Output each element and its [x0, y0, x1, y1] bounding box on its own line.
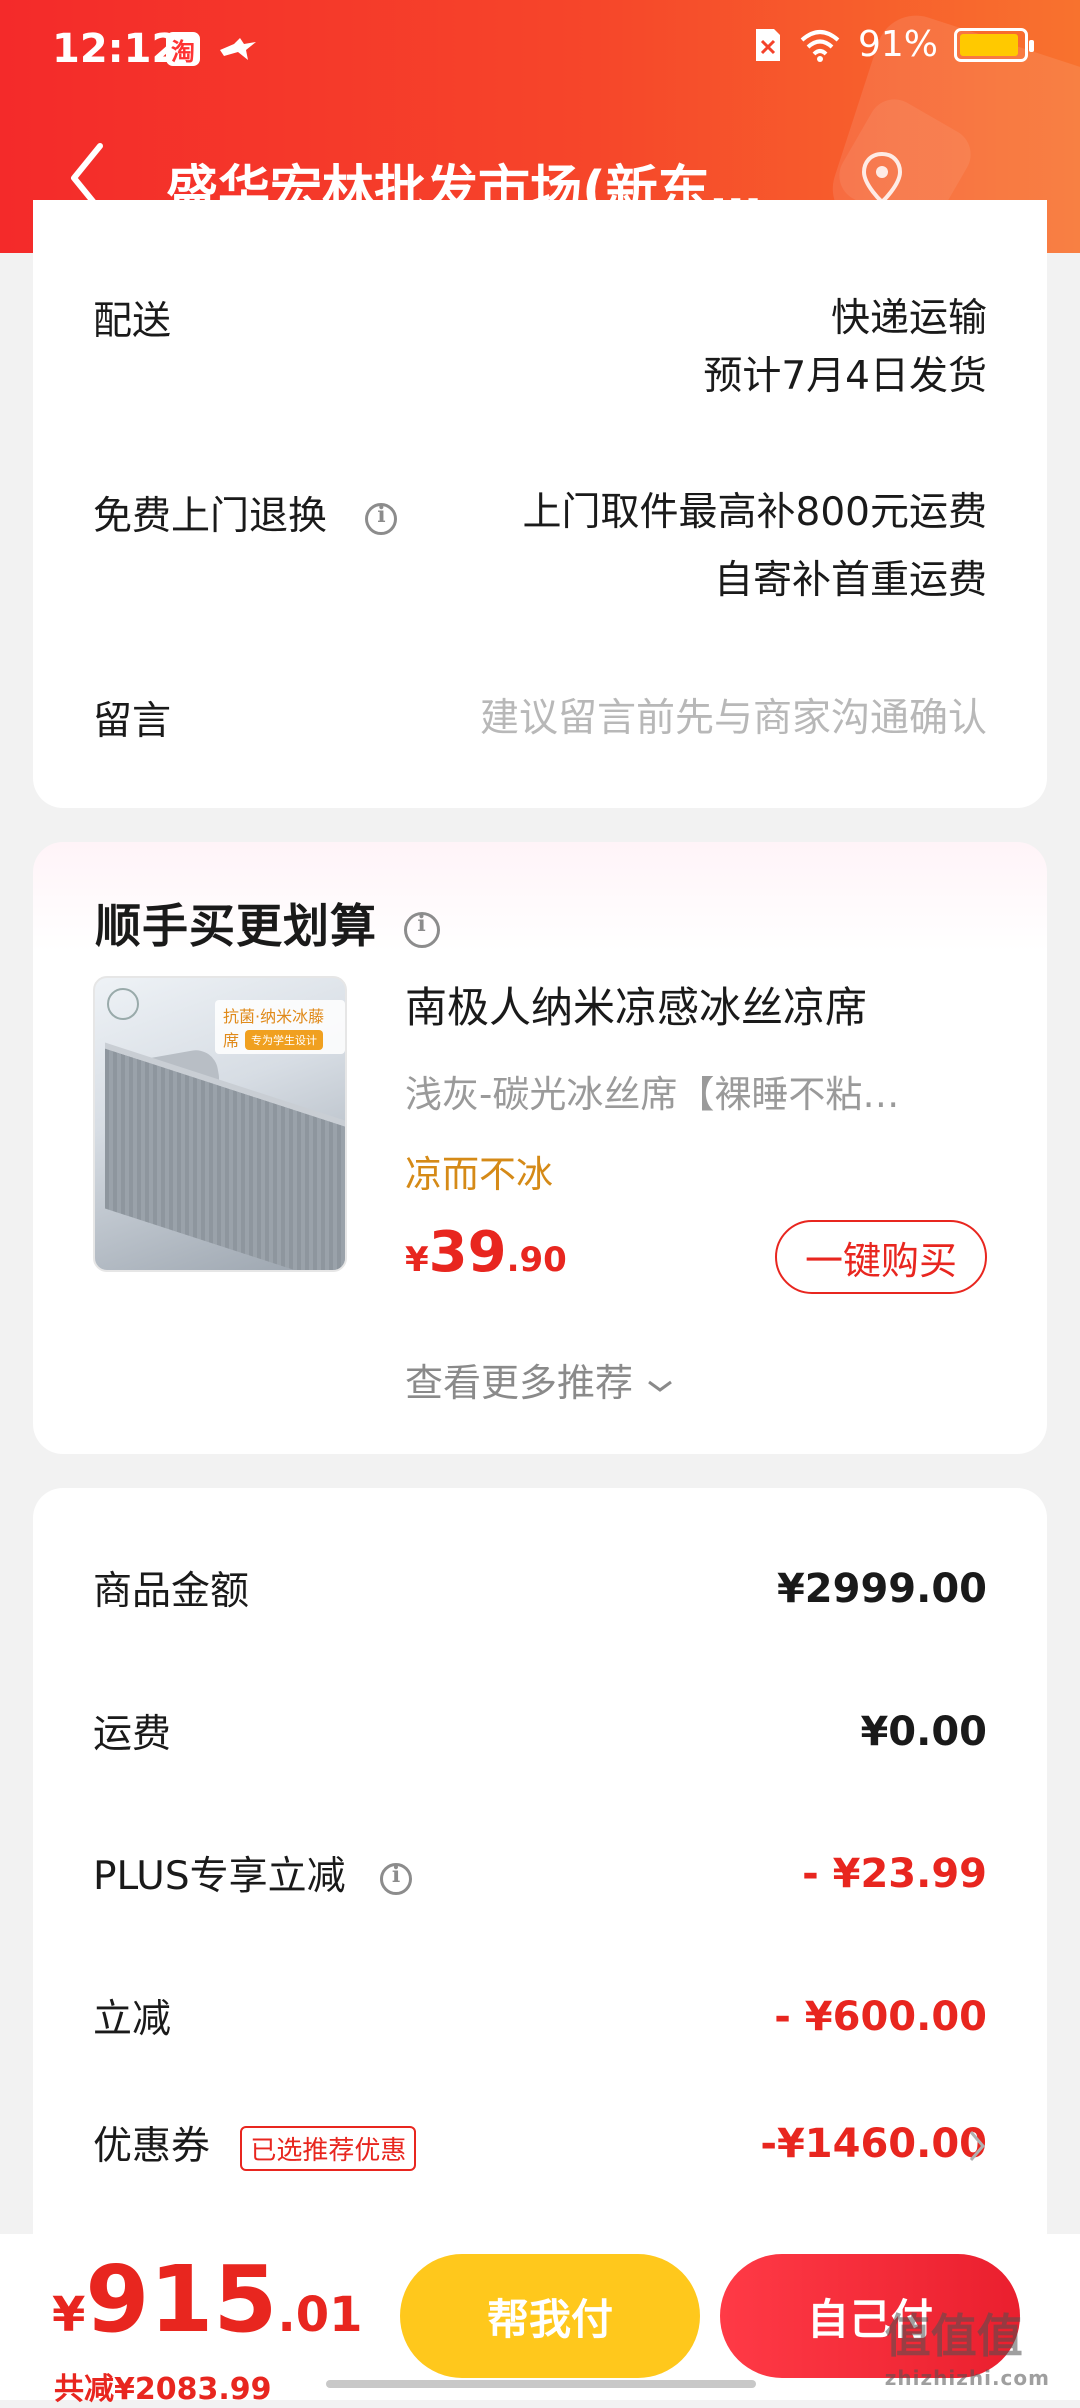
product-tag: 凉而不冰	[405, 1153, 553, 1196]
order-info-card: 配送 快递运输 预计7月4日发货 免费上门退换 上门取件最高补800元运费 自寄…	[33, 200, 1047, 808]
one-click-buy-button[interactable]: 一键购买	[775, 1220, 987, 1294]
goods-amount-value: ¥2999.00	[776, 1566, 987, 1612]
product-price: ¥39.90	[405, 1220, 567, 1285]
total-price: ¥915.01	[52, 2246, 363, 2353]
instant-discount-label: 立减	[93, 1997, 172, 2042]
home-indicator[interactable]	[326, 2380, 756, 2388]
delivery-bird-icon	[220, 38, 256, 60]
instant-discount-value: - ¥600.00	[774, 1994, 987, 2040]
taobao-app-icon: 淘	[166, 32, 200, 66]
sim-card-icon	[755, 28, 780, 61]
status-time: 12:12	[52, 26, 180, 72]
coupon-value: -¥1460.00	[760, 2121, 987, 2167]
help-me-pay-button[interactable]: 帮我付	[400, 2254, 700, 2378]
coupon-label: 优惠券	[93, 2124, 211, 2169]
chevron-down-icon	[648, 1380, 672, 1392]
shipping-label: 配送	[93, 299, 172, 344]
product-image-subtag: 专为学生设计	[245, 1030, 323, 1050]
message-label: 留言	[93, 699, 172, 744]
recommend-card: 顺手买更划算 抗菌·纳米冰藤席 专为学生设计 南极人纳米凉感冰丝凉席 浅灰-碳光…	[33, 842, 1047, 1454]
free-return-line1: 上门取件最高补800元运费	[522, 490, 987, 535]
brand-logo-icon	[107, 988, 139, 1020]
total-saved: 共减¥2083.99	[54, 2372, 272, 2407]
recommend-title: 顺手买更划算	[95, 899, 377, 953]
info-icon[interactable]	[365, 502, 398, 535]
free-return-label: 免费上门退换	[93, 494, 328, 539]
freight-value: ¥0.00	[860, 1709, 987, 1755]
shipping-eta: 预计7月4日发货	[703, 354, 987, 399]
product-image[interactable]: 抗菌·纳米冰藤席 专为学生设计	[93, 976, 347, 1272]
info-icon[interactable]	[404, 911, 441, 948]
product-name[interactable]: 南极人纳米凉感冰丝凉席	[405, 974, 867, 1035]
info-icon[interactable]	[380, 1862, 413, 1895]
more-recommend-link[interactable]: 查看更多推荐	[33, 1352, 1047, 1407]
product-spec: 浅灰-碳光冰丝席【裸睡不粘…	[405, 1073, 900, 1116]
chevron-right-icon[interactable]	[965, 2126, 989, 2166]
message-input[interactable]: 建议留言前先与商家沟通确认	[480, 690, 987, 748]
watermark: 值值值 zhizhizhi.com	[884, 2309, 1050, 2390]
battery-icon	[954, 27, 1034, 62]
free-return-line2: 自寄补首重运费	[713, 558, 987, 603]
wifi-icon	[800, 29, 840, 62]
plus-discount-value: - ¥23.99	[802, 1851, 987, 1897]
price-summary-card: 商品金额 ¥2999.00 运费 ¥0.00 PLUS专享立减 - ¥23.99…	[33, 1488, 1047, 2248]
status-bar: 12:12 淘 91%	[0, 0, 1080, 100]
goods-amount-label: 商品金额	[93, 1569, 250, 1614]
coupon-chip: 已选推荐优惠	[240, 2126, 417, 2171]
shipping-method: 快递运输	[830, 296, 987, 341]
freight-label: 运费	[93, 1712, 172, 1757]
plus-discount-label: PLUS专享立减	[93, 1854, 346, 1899]
battery-percent: 91%	[857, 24, 938, 65]
